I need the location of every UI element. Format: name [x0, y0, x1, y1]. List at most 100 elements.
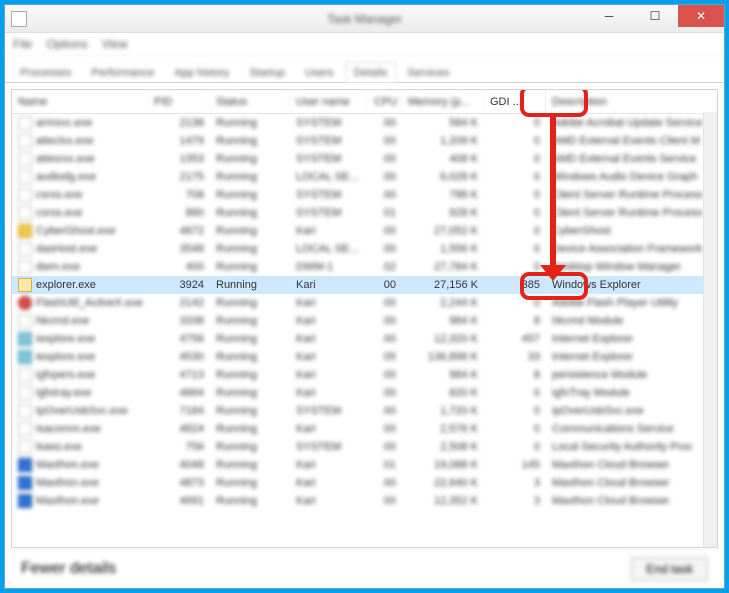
cell-status: Running — [210, 207, 290, 219]
cell-pid: 1353 — [148, 153, 210, 165]
maximize-button[interactable]: ☐ — [632, 5, 678, 27]
cell-gdi: 0 — [484, 405, 546, 417]
cell-desc: CyberGhost — [546, 225, 717, 237]
table-row[interactable]: IpOverUsbSvc.exe7184RunningSYSTEM001,720… — [12, 402, 717, 420]
tab-services[interactable]: Services — [398, 62, 458, 82]
cell-memory: 2,576 K — [402, 423, 484, 435]
cell-gdi: 0 — [484, 189, 546, 201]
col-cpu[interactable]: CPU — [368, 90, 402, 113]
cell-cpu: 00 — [368, 297, 402, 309]
table-row[interactable]: atieclxx.exe1479RunningSYSTEM001,209 K0A… — [12, 132, 717, 150]
app-icon — [11, 11, 27, 27]
cell-pid: 4824 — [148, 423, 210, 435]
rows-container: armsvc.exe2138RunningSYSTEM00584 K0Adobe… — [12, 114, 717, 510]
cell-pid: 756 — [148, 441, 210, 453]
cell-name: hkcmd.exe — [36, 315, 89, 327]
cell-gdi: 33 — [484, 351, 546, 363]
process-icon — [18, 368, 32, 382]
cell-desc: Device Association Framework — [546, 243, 717, 255]
table-row[interactable]: audiodg.exe2175RunningLOCAL SE...006,028… — [12, 168, 717, 186]
cell-name: csrss.exe — [36, 207, 82, 219]
tab-app-history[interactable]: App history — [165, 62, 238, 82]
table-row[interactable]: dwm.exe400RunningDWM-10227,784 K0Desktop… — [12, 258, 717, 276]
footer: Fewer details End task — [11, 548, 718, 588]
cell-user: Kari — [290, 369, 368, 381]
cell-gdi: 3 — [484, 495, 546, 507]
table-row[interactable]: dasHost.exe3548RunningLOCAL SE...001,556… — [12, 240, 717, 258]
cell-name: FlashUtil_ActiveX.exe — [36, 297, 143, 309]
col-pid[interactable]: PID — [148, 90, 210, 113]
table-row[interactable]: lsass.exe756RunningSYSTEM002,508 K0Local… — [12, 438, 717, 456]
cell-name: dasHost.exe — [36, 243, 97, 255]
cell-user: Kari — [290, 351, 368, 363]
cell-memory: 820 K — [402, 387, 484, 399]
menu-item[interactable]: View — [102, 37, 128, 51]
col-memory[interactable]: Memory (p... — [402, 90, 484, 113]
table-row[interactable]: iexplore.exe4530RunningKari05136,896 K33… — [12, 348, 717, 366]
process-list: Name PID Status User name CPU Memory (p.… — [11, 89, 718, 548]
tab-details[interactable]: Details — [345, 62, 397, 82]
table-row[interactable]: isacomm.exe4824RunningKari002,576 K0Comm… — [12, 420, 717, 438]
cell-user: LOCAL SE... — [290, 171, 368, 183]
cell-user: SYSTEM — [290, 189, 368, 201]
table-row[interactable]: hkcmd.exe3338RunningKari00984 K8hkcmd Mo… — [12, 312, 717, 330]
cell-user: Kari — [290, 315, 368, 327]
vertical-scrollbar[interactable] — [703, 112, 717, 547]
table-row[interactable]: csrss.exe708RunningSYSTEM00788 K0Client … — [12, 186, 717, 204]
cell-cpu: 00 — [368, 243, 402, 255]
titlebar[interactable]: Task Manager ─ ☐ ✕ — [5, 5, 724, 33]
process-icon — [18, 332, 32, 346]
cell-cpu: 00 — [368, 189, 402, 201]
tab-performance[interactable]: Performance — [82, 62, 163, 82]
cell-gdi: 0 — [484, 243, 546, 255]
tab-users[interactable]: Users — [296, 62, 343, 82]
process-icon — [18, 404, 32, 418]
cell-cpu: 01 — [368, 459, 402, 471]
table-row[interactable]: explorer.exe3924RunningKari0027,156 K385… — [12, 276, 717, 294]
cell-name: IpOverUsbSvc.exe — [36, 405, 128, 417]
cell-pid: 4872 — [148, 225, 210, 237]
col-gdi[interactable]: GDI ... — [484, 90, 546, 113]
table-row[interactable]: igfxpers.exe4713RunningKari00984 K8persi… — [12, 366, 717, 384]
cell-gdi: 457 — [484, 333, 546, 345]
table-row[interactable]: csrss.exe880RunningSYSTEM01928 K0Client … — [12, 204, 717, 222]
menu-item[interactable]: File — [13, 37, 32, 51]
col-status[interactable]: Status — [210, 90, 290, 113]
cell-cpu: 02 — [368, 261, 402, 273]
end-task-button[interactable]: End task — [631, 557, 708, 581]
minimize-button[interactable]: ─ — [586, 5, 632, 27]
col-user[interactable]: User name — [290, 90, 368, 113]
cell-user: Kari — [290, 297, 368, 309]
table-row[interactable]: Maxthon.exe4873RunningKari0022,640 K3Max… — [12, 474, 717, 492]
table-row[interactable]: igfxtray.exe4664RunningKari00820 K0igfxT… — [12, 384, 717, 402]
tab-startup[interactable]: Startup — [240, 62, 293, 82]
fewer-details-link[interactable]: Fewer details — [21, 560, 116, 578]
table-row[interactable]: Maxthon.exe4048RunningKari0119,088 K145M… — [12, 456, 717, 474]
table-row[interactable]: iexplore.exe4756RunningKari0012,320 K457… — [12, 330, 717, 348]
cell-memory: 27,156 K — [402, 279, 484, 291]
cell-user: Kari — [290, 495, 368, 507]
menu-item[interactable]: Options — [46, 37, 87, 51]
cell-status: Running — [210, 477, 290, 489]
close-button[interactable]: ✕ — [678, 5, 724, 27]
table-row[interactable]: armsvc.exe2138RunningSYSTEM00584 K0Adobe… — [12, 114, 717, 132]
col-name[interactable]: Name — [12, 90, 148, 113]
cell-user: Kari — [290, 225, 368, 237]
table-row[interactable]: atiesrxx.exe1353RunningSYSTEM00408 K0AMD… — [12, 150, 717, 168]
cell-desc: igfxTray Module — [546, 387, 717, 399]
cell-status: Running — [210, 243, 290, 255]
tab-processes[interactable]: Processes — [11, 62, 80, 82]
cell-pid: 2175 — [148, 171, 210, 183]
cell-memory: 6,028 K — [402, 171, 484, 183]
table-row[interactable]: CyberGhost.exe4872RunningKari0027,052 K0… — [12, 222, 717, 240]
cell-name: dwm.exe — [36, 261, 80, 273]
table-row[interactable]: FlashUtil_ActiveX.exe2142RunningKari002,… — [12, 294, 717, 312]
cell-pid: 2138 — [148, 117, 210, 129]
cell-memory: 27,052 K — [402, 225, 484, 237]
cell-pid: 4530 — [148, 351, 210, 363]
cell-user: SYSTEM — [290, 135, 368, 147]
col-description[interactable]: Description — [546, 90, 717, 113]
cell-user: Kari — [290, 279, 368, 291]
cell-pid: 4756 — [148, 333, 210, 345]
table-row[interactable]: Maxthon.exe4691RunningKari0012,352 K3Max… — [12, 492, 717, 510]
